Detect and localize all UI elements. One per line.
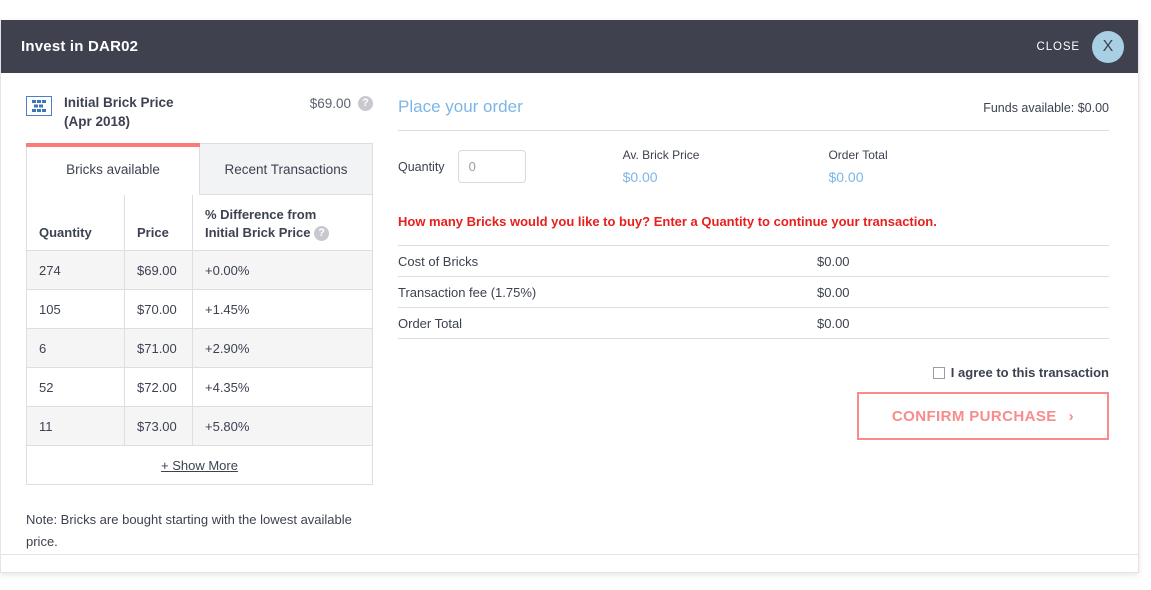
- quantity-label: Quantity: [398, 159, 445, 174]
- validation-error-message: How many Bricks would you like to buy? E…: [398, 214, 937, 229]
- order-header: Place your order Funds available: $0.00: [398, 97, 1109, 131]
- order-total-metric: Order Total $0.00: [828, 148, 887, 185]
- summary-row-order-total: Order Total $0.00: [398, 308, 1109, 339]
- cell-quantity: 6: [26, 328, 125, 369]
- funds-available: Funds available: $0.00: [983, 101, 1109, 115]
- chevron-right-icon: ›: [1068, 407, 1075, 425]
- initial-brick-price-date: (Apr 2018): [64, 113, 131, 129]
- av-brick-price-metric: Av. Brick Price $0.00: [623, 148, 700, 185]
- show-more-row: + Show More: [26, 445, 373, 486]
- modal-body: Initial Brick Price (Apr 2018) $69.00 ? …: [1, 73, 1138, 572]
- agree-label[interactable]: I agree to this transaction: [951, 365, 1109, 380]
- cell-price: $69.00: [124, 250, 193, 291]
- table-row: 6 $71.00 +2.90%: [26, 328, 373, 369]
- column-header-price: Price: [124, 194, 193, 252]
- initial-brick-price-label: Initial Brick Price: [64, 95, 174, 110]
- agreement-row: I agree to this transaction: [398, 365, 1109, 380]
- cell-price: $70.00: [124, 289, 193, 330]
- initial-brick-price-value-group: $69.00 ?: [310, 95, 373, 111]
- bricks-table-body: 274 $69.00 +0.00% 105 $70.00 +1.45% 6 $7…: [26, 250, 373, 486]
- tab-recent-transactions[interactable]: Recent Transactions: [200, 143, 373, 196]
- cell-difference: +5.80%: [192, 406, 373, 447]
- close-label[interactable]: CLOSE: [1037, 41, 1081, 53]
- cell-difference: +1.45%: [192, 289, 373, 330]
- confirm-button-wrapper: CONFIRM PURCHASE ›: [398, 392, 1109, 440]
- order-total-label: Order Total: [828, 148, 888, 162]
- cell-quantity: 105: [26, 289, 125, 330]
- summary-value: $0.00: [817, 253, 850, 269]
- quantity-input[interactable]: [457, 150, 526, 183]
- cell-price: $72.00: [124, 367, 193, 408]
- quantity-row: Quantity Av. Brick Price $0.00 Order Tot…: [398, 148, 1109, 185]
- column-header-difference: % Difference from Initial Brick Price ?: [192, 194, 373, 252]
- header-actions: CLOSE X: [1037, 30, 1124, 63]
- invest-modal: Invest in DAR02 CLOSE X Initial Brick Pr…: [0, 20, 1139, 573]
- initial-brick-price-texts: Initial Brick Price (Apr 2018): [64, 95, 174, 132]
- table-header-row: Quantity Price % Difference from Initial…: [26, 194, 373, 252]
- tab-bricks-available[interactable]: Bricks available: [26, 143, 200, 196]
- bricks-note: Note: Bricks are bought starting with th…: [26, 512, 352, 550]
- footer-divider: [1, 554, 1138, 555]
- order-title: Place your order: [398, 97, 523, 116]
- tab-bricks-available-label: Bricks available: [66, 161, 160, 177]
- column-header-quantity: Quantity: [26, 194, 125, 252]
- summary-label: Cost of Bricks: [398, 253, 479, 269]
- bricks-tabs: Bricks available Recent Transactions: [26, 143, 373, 196]
- table-row: 11 $73.00 +5.80%: [26, 406, 373, 447]
- column-header-difference-line1: % Difference from: [205, 207, 317, 223]
- summary-value: $0.00: [817, 315, 850, 331]
- confirm-purchase-label: CONFIRM PURCHASE: [891, 407, 1057, 425]
- bricks-table-head: Quantity Price % Difference from Initial…: [26, 194, 373, 252]
- agree-checkbox[interactable]: [932, 366, 945, 379]
- help-icon[interactable]: ?: [314, 225, 330, 241]
- table-row: 52 $72.00 +4.35%: [26, 367, 373, 408]
- cell-difference: +4.35%: [192, 367, 373, 408]
- column-header-difference-line2: Initial Brick Price: [205, 224, 311, 240]
- initial-brick-price-row: Initial Brick Price (Apr 2018) $69.00 ?: [26, 95, 373, 132]
- summary-row-transaction-fee: Transaction fee (1.75%) $0.00: [398, 277, 1109, 308]
- cell-difference: +0.00%: [192, 250, 373, 291]
- summary-row-cost-of-bricks: Cost of Bricks $0.00: [398, 246, 1109, 277]
- show-more-button[interactable]: + Show More: [161, 458, 238, 473]
- summary-value: $0.00: [817, 284, 850, 300]
- bricks-table: Quantity Price % Difference from Initial…: [26, 194, 373, 486]
- initial-brick-price-value: $69.00: [309, 96, 351, 111]
- bricks-panel: Initial Brick Price (Apr 2018) $69.00 ? …: [1, 73, 373, 572]
- order-summary: Cost of Bricks $0.00 Transaction fee (1.…: [398, 245, 1109, 339]
- order-total-value: $0.00: [828, 169, 864, 185]
- cell-price: $73.00: [124, 406, 193, 447]
- cell-quantity: 11: [26, 406, 125, 447]
- order-panel: Place your order Funds available: $0.00 …: [373, 73, 1138, 572]
- av-brick-price-label: Av. Brick Price: [622, 148, 700, 162]
- av-brick-price-value: $0.00: [622, 169, 658, 185]
- tab-recent-transactions-label: Recent Transactions: [224, 161, 348, 177]
- cell-price: $71.00: [124, 328, 193, 369]
- summary-label: Transaction fee (1.75%): [398, 284, 537, 300]
- table-row: 274 $69.00 +0.00%: [26, 250, 373, 291]
- confirm-purchase-button[interactable]: CONFIRM PURCHASE ›: [857, 392, 1109, 440]
- modal-header: Invest in DAR02 CLOSE X: [1, 20, 1138, 73]
- show-more-cell: + Show More: [26, 445, 373, 486]
- cell-difference: +2.90%: [192, 328, 373, 369]
- cell-quantity: 52: [26, 367, 125, 408]
- help-icon[interactable]: ?: [358, 96, 373, 111]
- brick-icon: [26, 96, 52, 116]
- cell-quantity: 274: [26, 250, 125, 291]
- table-row: 105 $70.00 +1.45%: [26, 289, 373, 330]
- page-title: Invest in DAR02: [21, 38, 139, 55]
- close-icon[interactable]: X: [1092, 30, 1124, 63]
- summary-label: Order Total: [398, 315, 463, 331]
